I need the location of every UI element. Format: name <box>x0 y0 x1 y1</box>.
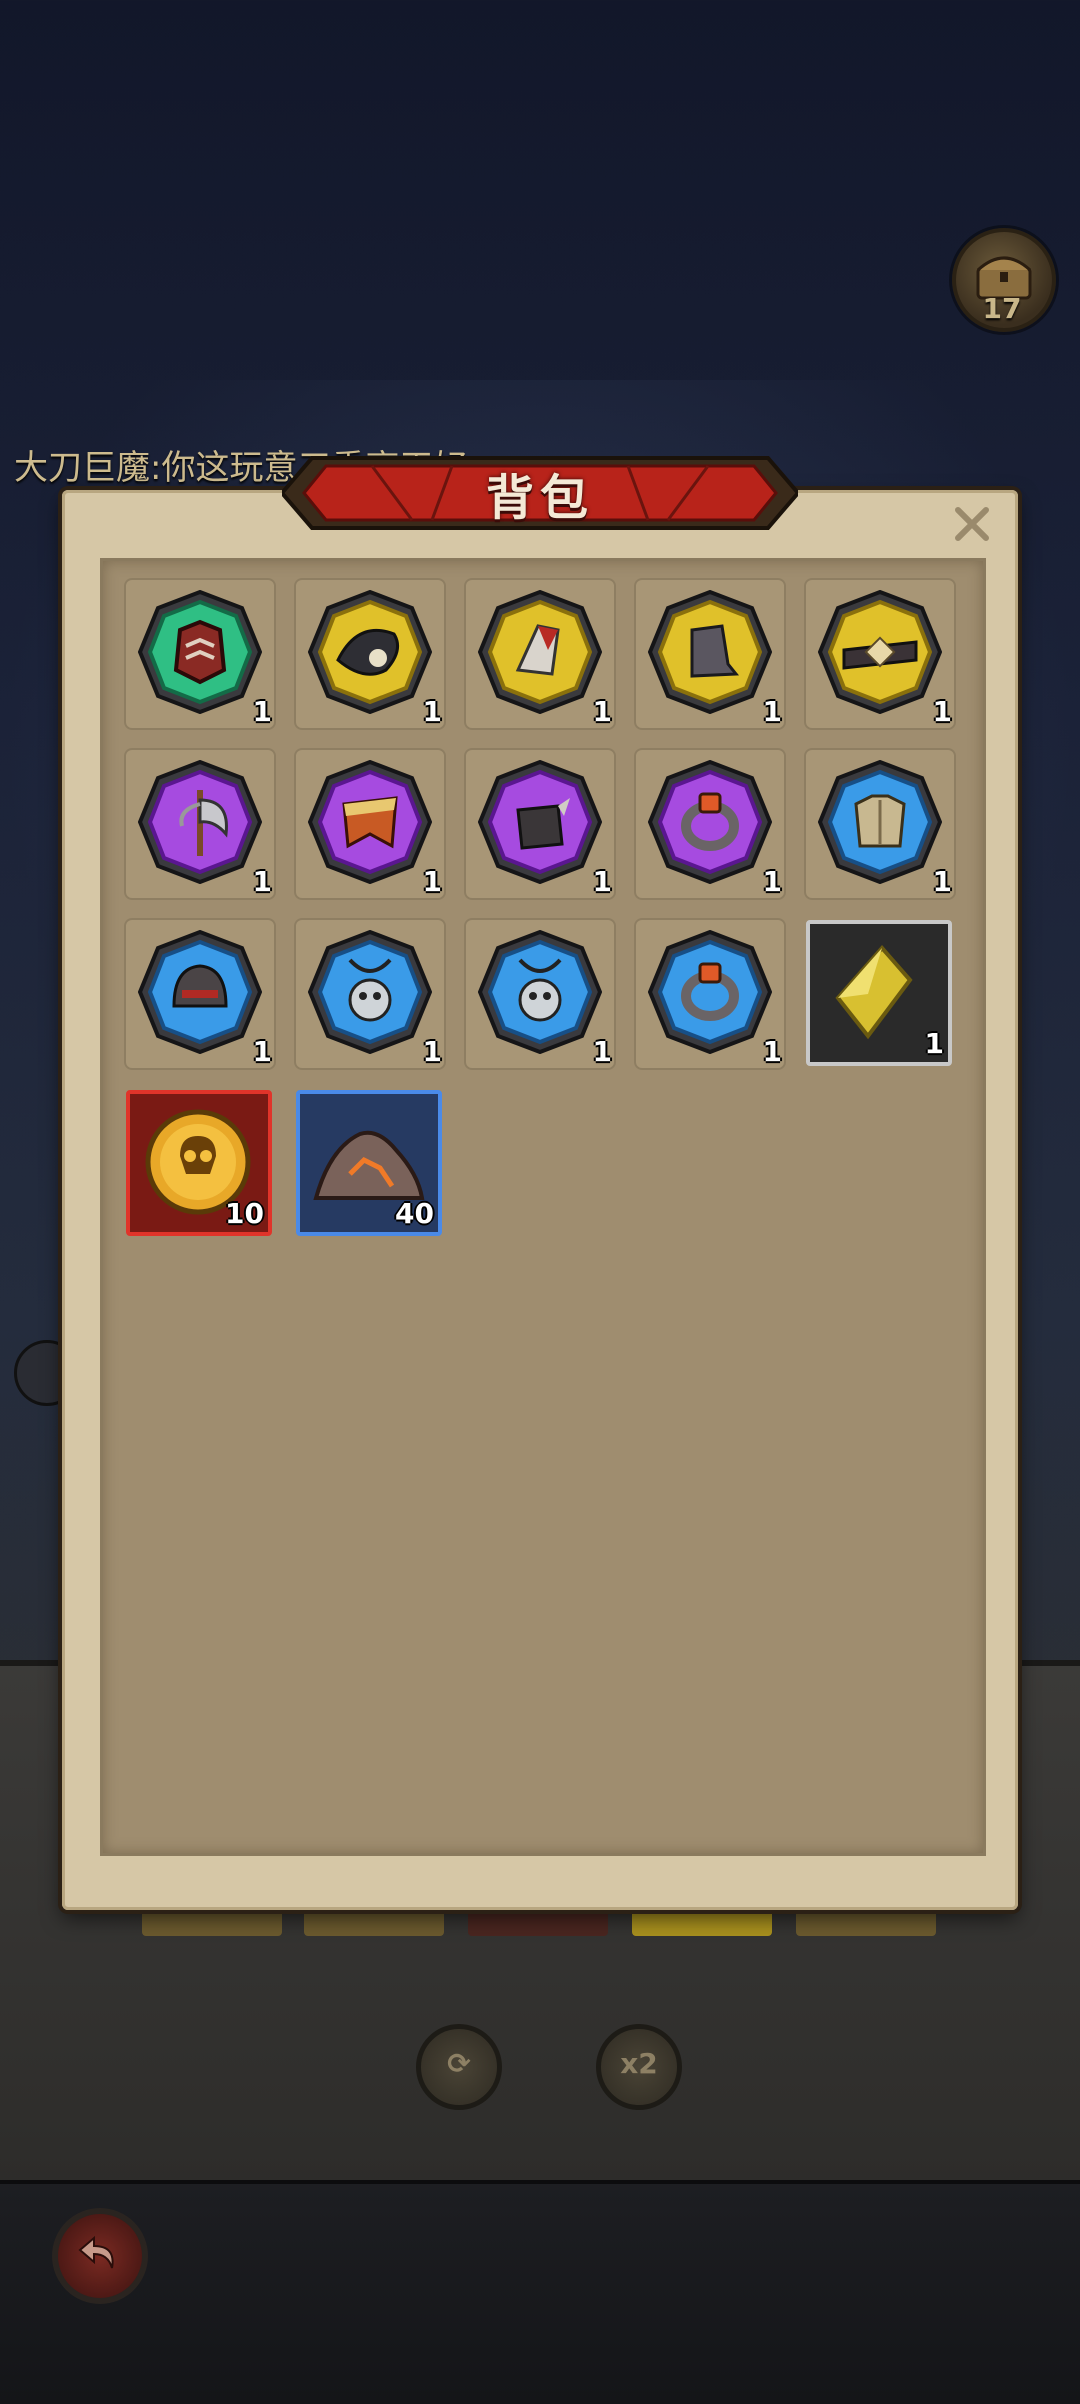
item-quantity: 1 <box>932 695 952 728</box>
cape-item[interactable]: 1 <box>294 748 446 900</box>
speed-button[interactable]: x2 <box>596 2024 682 2110</box>
back-arrow-icon <box>78 2235 114 2269</box>
crow-icon <box>308 590 432 714</box>
item-quantity: 1 <box>762 695 782 728</box>
item-quantity: 1 <box>422 1035 442 1068</box>
gauntlet-icon <box>478 760 602 884</box>
close-icon <box>955 507 989 541</box>
glove-icon <box>478 590 602 714</box>
shirt-item[interactable]: 1 <box>804 748 956 900</box>
belt-icon <box>818 590 942 714</box>
armor-icon <box>138 590 262 714</box>
skull-amulet-item[interactable]: 1 <box>464 918 616 1070</box>
item-quantity: 1 <box>932 865 952 898</box>
ring-icon <box>648 930 772 1054</box>
item-quantity: 1 <box>592 695 612 728</box>
item-quantity: 1 <box>422 865 442 898</box>
item-quantity: 40 <box>395 1197 434 1230</box>
glove-item[interactable]: 1 <box>464 578 616 730</box>
boot-icon <box>648 590 772 714</box>
crow-helm-item[interactable]: 1 <box>294 578 446 730</box>
item-quantity: 1 <box>924 1027 944 1060</box>
item-quantity: 1 <box>252 1035 272 1068</box>
lava-ore-item[interactable]: 40 <box>296 1090 442 1236</box>
axe-icon <box>138 760 262 884</box>
item-quantity: 10 <box>225 1197 264 1230</box>
item-quantity: 1 <box>592 1035 612 1068</box>
skull-coin-item[interactable]: 10 <box>126 1090 272 1236</box>
item-quantity: 1 <box>252 695 272 728</box>
item-quantity: 1 <box>762 1035 782 1068</box>
boot-item[interactable]: 1 <box>634 578 786 730</box>
back-button[interactable] <box>52 2208 148 2304</box>
refresh-button[interactable]: ⟳ <box>416 2024 502 2110</box>
skull-amulet-item[interactable]: 1 <box>294 918 446 1070</box>
amulet-icon <box>308 930 432 1054</box>
refresh-icon: ⟳ <box>447 2047 471 2080</box>
helmet-item[interactable]: 1 <box>124 918 276 1070</box>
panel-title: 背包 <box>485 470 594 526</box>
cape-icon <box>308 760 432 884</box>
yellow-crystal-item[interactable]: 1 <box>806 920 952 1066</box>
shirt-icon <box>818 760 942 884</box>
speed-label: x2 <box>620 2047 658 2080</box>
gauntlet-item[interactable]: 1 <box>464 748 616 900</box>
chest-count: 17 <box>982 292 1022 325</box>
belt-item[interactable]: 1 <box>804 578 956 730</box>
item-quantity: 1 <box>762 865 782 898</box>
amulet-icon <box>478 930 602 1054</box>
ring-item[interactable]: 1 <box>634 748 786 900</box>
ring-item[interactable]: 1 <box>634 918 786 1070</box>
item-quantity: 1 <box>592 865 612 898</box>
close-button[interactable] <box>948 500 996 548</box>
bottom-bar <box>0 2180 1080 2404</box>
item-quantity: 1 <box>422 695 442 728</box>
armor-chest-item[interactable]: 1 <box>124 578 276 730</box>
ring-icon <box>648 760 772 884</box>
helmet-icon <box>138 930 262 1054</box>
axe-item[interactable]: 1 <box>124 748 276 900</box>
item-quantity: 1 <box>252 865 272 898</box>
